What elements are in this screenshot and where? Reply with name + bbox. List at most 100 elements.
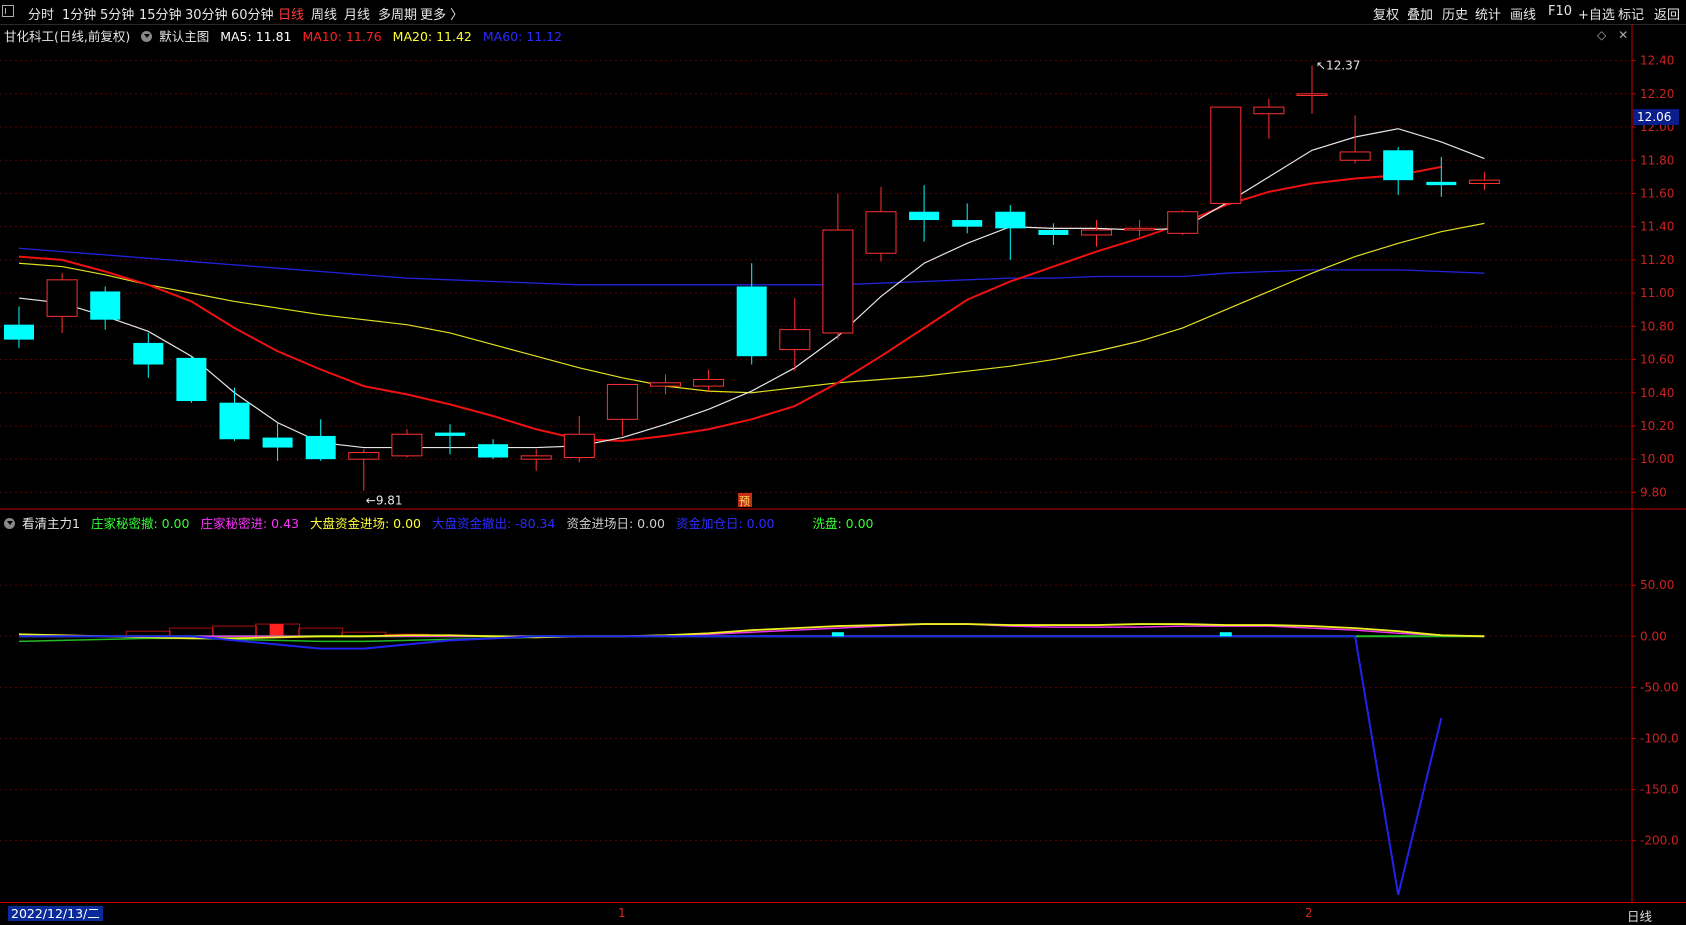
candle-down [952,220,983,227]
field-zhuangjia-che: 庄家秘密撤: 0.00 [90,516,190,531]
sub-tick-label: -200.0 [1640,834,1679,848]
price-tick-label: 11.60 [1640,186,1674,200]
sub-red-box [298,627,344,637]
period-tab-9[interactable]: 多周期 [378,4,417,23]
indicator-header: 看清主力1 庄家秘密撤: 0.00 庄家秘密进: 0.43 大盘资金进场: 0.… [0,513,881,531]
price-tick-label: 9.80 [1640,485,1667,499]
period-tab-1[interactable]: 1分钟 [62,4,96,23]
action-button-1[interactable]: 叠加 [1407,4,1433,23]
candle-up [1468,179,1500,185]
candle-up [563,433,595,459]
price-tick-label: 12.20 [1640,87,1674,101]
action-button-2[interactable]: 历史 [1442,4,1468,23]
sub-tick-label: 50.00 [1640,578,1674,592]
candle-up [1124,227,1156,231]
field-zhuangjia-jin: 庄家秘密进: 0.43 [200,516,299,531]
sub-tick-label: -50.00 [1640,680,1679,694]
candle-down [219,402,250,440]
period-tab-3[interactable]: 15分钟 [139,4,182,23]
month-mark-2: 2 [1305,906,1313,920]
field-xipan: 洗盘: 0.00 [812,516,874,531]
price-tick-label: 10.20 [1640,419,1674,433]
candle-up [1210,106,1242,204]
sub-red-bar [269,624,284,637]
top-toolbar: 分时 1分钟 5分钟 15分钟 30分钟 60分钟 日线 周线 月线 多周期 更多 〉 复权 叠加 历史… [0,0,1686,25]
action-button-6[interactable]: +自选 [1578,4,1615,23]
sub-tick-label: -100.0 [1640,731,1679,745]
period-tab-8[interactable]: 月线 [344,4,370,23]
price-tick-label: 11.80 [1640,153,1674,167]
candle-down [1038,230,1069,235]
candle-down [4,324,34,340]
sub-cyan-mark [831,632,844,637]
action-button-3[interactable]: 统计 [1475,4,1501,23]
price-tick-label: 11.20 [1640,253,1674,267]
action-button-5[interactable]: F10 [1548,4,1572,19]
candle-down [435,432,465,436]
candle-up [650,382,681,387]
candle-down [1426,181,1457,186]
price-tick-label: 10.00 [1640,452,1674,466]
candle-up [693,378,725,387]
candle-down [995,211,1026,229]
candle-down [736,286,767,357]
price-tick-label: 10.40 [1640,386,1674,400]
candle-up [520,455,552,460]
action-button-4[interactable]: 画线 [1510,4,1536,23]
candle-down [262,437,293,448]
price-tick-label: 11.40 [1640,220,1674,234]
candle-up [779,329,811,351]
candle-up [1253,106,1285,115]
candle-up [822,229,854,334]
period-tab-5[interactable]: 60分钟 [231,4,274,23]
current-price-label: 12.06 [1637,110,1671,124]
candle-down [133,342,164,365]
field-jiacang-ri: 资金加仓日: 0.00 [675,516,775,531]
sub-red-box [212,625,257,637]
field-dapan-jin: 大盘资金进场: 0.00 [309,516,421,531]
low-price-annotation: ←9.81 [366,494,403,508]
candle-up [391,433,423,457]
time-axis: 2022/12/13/二 1 2 日线 [0,902,1686,924]
indicator-selector[interactable]: 看清主力1 [4,516,80,531]
action-button-7[interactable]: 标记 [1618,4,1644,23]
field-jinchang-ri: 资金进场日: 0.00 [566,516,665,531]
price-tick-label: 10.80 [1640,319,1674,333]
indicator-name: 看清主力1 [22,516,80,531]
period-tab-10[interactable]: 更多 〉 [420,4,463,23]
candle-up [1167,211,1199,234]
kline-chart[interactable]: 12.4012.2012.0011.8011.6011.4011.2011.00… [0,24,1686,902]
price-tick-label: 10.60 [1640,353,1674,367]
candle-up [606,383,638,420]
sub-blue-line [19,635,1443,896]
high-price-annotation: ↖12.37 [1316,59,1360,73]
sub-red-box [168,627,214,637]
price-tick-label: 11.00 [1640,286,1674,300]
candle-up [1339,151,1371,161]
candle-down [909,211,940,221]
candle-up [1081,229,1112,236]
period-tab-0[interactable]: 分时 [28,4,54,23]
period-label: 日线 [1626,909,1652,924]
action-button-8[interactable]: 返回 [1654,4,1680,23]
sub-tick-label: -150.0 [1640,783,1679,797]
candle-down [90,291,121,320]
candle-down [305,435,336,460]
sub-tick-label: 0.00 [1640,629,1667,643]
period-tab-6[interactable]: 日线 [278,4,304,23]
candle-down [1383,150,1414,181]
dropdown-icon [4,518,15,529]
window-menu-icon[interactable] [2,5,14,17]
candle-down [478,444,509,458]
action-button-0[interactable]: 复权 [1373,4,1399,23]
pre-marker: 预 [739,495,750,508]
field-dapan-che: 大盘资金撤出: -80.34 [431,516,556,531]
candle-up [1296,93,1328,96]
period-tab-4[interactable]: 30分钟 [185,4,228,23]
sub-cyan-mark [1219,632,1232,637]
candle-up [865,211,897,254]
cursor-date: 2022/12/13/二 [8,906,103,921]
period-tab-7[interactable]: 周线 [311,4,337,23]
period-tab-2[interactable]: 5分钟 [100,4,134,23]
price-tick-label: 12.40 [1640,54,1674,68]
